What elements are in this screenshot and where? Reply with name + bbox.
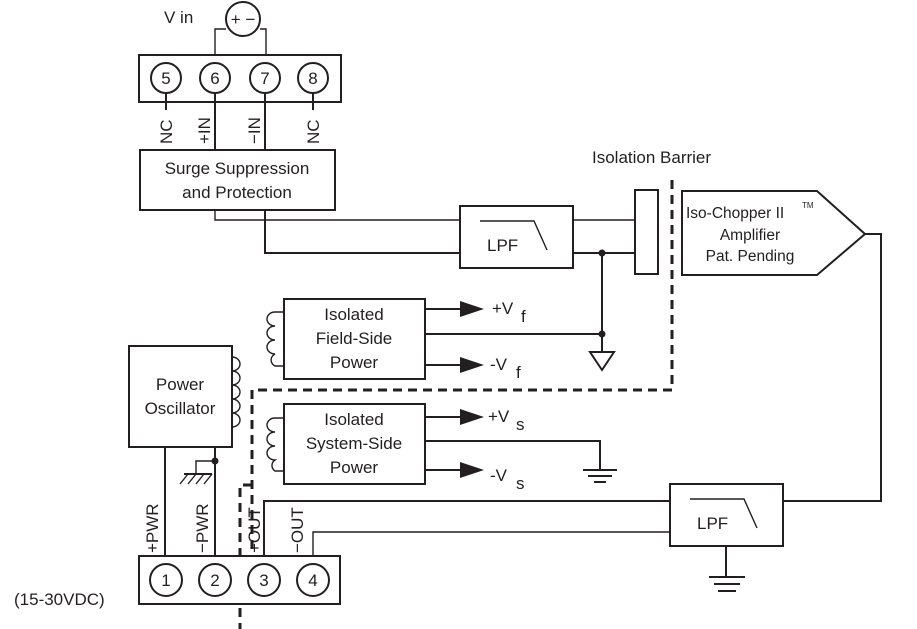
voltage-source-icon: + − [225,1,261,37]
terminal-5: 5 [150,62,182,94]
terminal-4: 4 [296,563,330,597]
isolation-barrier-label: Isolation Barrier [592,148,711,167]
vs-minus-sub: s [516,474,525,493]
field-common-dot [598,330,606,338]
terminal-8-label: NC [304,119,323,144]
output-ground-icon [709,576,745,592]
oscillator-line2: Oscillator [145,399,216,418]
block-diagram: V in + − 5 6 7 8 NC +IN −IN NC Surge Sup… [14,1,882,629]
vf-plus-label: +V [492,299,514,318]
terminal-4-label: −OUT [288,507,307,553]
chassis-ground-icon [179,473,213,485]
svg-text:8: 8 [308,69,317,88]
vs-minus-label: -V [490,466,508,485]
vin-label: V in [164,8,193,27]
terminal-6: 6 [199,62,231,94]
oscillator-line1: Power [156,375,205,394]
field-power-line1: Isolated [324,305,384,324]
amplifier-line1: Iso-Chopper II [686,205,784,222]
isolation-coupler [634,189,659,275]
terminal-8: 8 [297,62,329,94]
terminal-1-label: +PWR [143,503,162,553]
system-coil-icon [266,417,284,472]
terminal-2-label: −PWR [193,503,212,553]
terminal-6-label: +IN [195,117,214,144]
terminal-7: 7 [249,62,281,94]
svg-text:2: 2 [210,571,219,590]
surge-line1: Surge Suppression [165,159,310,178]
signal-wire-top [214,210,460,221]
terminal-5-label: NC [157,119,176,144]
terminal-7-label: −IN [245,117,264,144]
terminal-3: 3 [247,563,281,597]
field-ground-icon [588,351,616,372]
vf-plus-sub: f [521,307,526,326]
system-power-line1: Isolated [324,410,384,429]
signal-wire-bottom [264,210,460,254]
amplifier-line2: Amplifier [720,227,780,244]
field-coil-icon [266,311,284,367]
svg-text:6: 6 [210,69,219,88]
svg-text:7: 7 [260,69,269,88]
vs-plus-sub: s [516,415,525,434]
terminal-1: 1 [149,563,183,597]
system-ground-icon [583,469,617,483]
vs-plus-arrow-icon [460,409,484,425]
supply-voltage-note: (15-30VDC) [14,590,105,609]
svg-text:1: 1 [161,571,170,590]
oscillator-coil-icon [231,356,241,428]
terminal-3-label: +OUT [245,507,264,553]
amplifier-tm: TM [802,201,814,210]
amplifier-line3: Pat. Pending [706,248,795,265]
field-power-line3: Power [330,353,379,372]
input-lpf-label: LPF [487,236,518,255]
svg-text:4: 4 [308,571,317,590]
system-common-wire [425,440,601,470]
out-minus-wire [312,531,670,560]
vs-minus-arrow-icon [460,462,484,478]
terminal-2: 2 [198,563,232,597]
vf-minus-label: -V [490,355,508,374]
vf-minus-sub: f [516,363,521,382]
vf-minus-arrow-icon [460,357,484,373]
surge-line2: and Protection [182,183,292,202]
vf-plus-arrow-icon [460,301,484,317]
svg-text:5: 5 [161,69,170,88]
svg-text:3: 3 [259,571,268,590]
svg-text:+ −: + − [231,10,256,29]
field-power-line2: Field-Side [316,329,393,348]
vs-plus-label: +V [488,407,510,426]
power-oscillator-block [128,345,233,448]
system-power-line2: System-Side [306,434,402,453]
out-plus-wire [263,500,670,560]
output-lpf-label: LPF [697,514,728,533]
system-power-line3: Power [330,458,379,477]
